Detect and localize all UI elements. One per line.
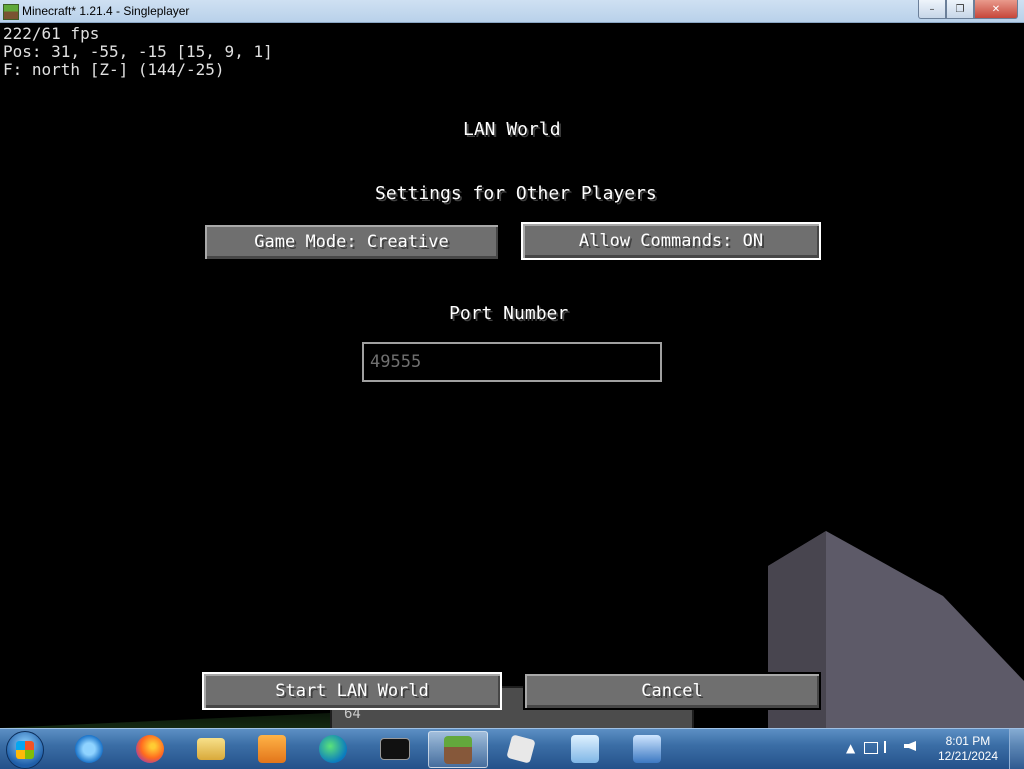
media-player-icon bbox=[258, 734, 286, 763]
minecraft-app-icon bbox=[3, 4, 19, 20]
window-titlebar: Minecraft* 1.21.4 - Singleplayer – ❐ ✕ bbox=[0, 0, 1024, 23]
allow-commands-button[interactable]: Allow Commands: ON bbox=[521, 222, 821, 260]
window-title: Minecraft* 1.21.4 - Singleplayer bbox=[22, 4, 190, 18]
minecraft-icon bbox=[444, 735, 472, 764]
taskbar-media[interactable] bbox=[243, 731, 301, 766]
settings-heading: Settings for Other Players bbox=[375, 183, 657, 204]
game-mode-button[interactable]: Game Mode: Creative bbox=[203, 223, 500, 261]
firefox-icon bbox=[136, 734, 164, 763]
taskbar-cmd[interactable] bbox=[366, 731, 424, 766]
taskbar-edge[interactable] bbox=[304, 731, 362, 766]
debug-fps: 222/61 fps bbox=[3, 24, 100, 43]
command-prompt-icon bbox=[380, 737, 410, 760]
window-controls: – ❐ ✕ bbox=[918, 0, 1018, 19]
action-center-flag-icon[interactable] bbox=[884, 741, 896, 753]
taskbar-firefox[interactable] bbox=[121, 731, 179, 766]
cancel-button[interactable]: Cancel bbox=[523, 672, 821, 710]
taskbar-ie[interactable] bbox=[60, 731, 118, 766]
debug-overlay: 222/61 fps Pos: 31, -55, -15 [15, 9, 1] F:… bbox=[3, 25, 273, 79]
clock-date: 12/21/2024 bbox=[937, 749, 998, 763]
debug-facing: F: north [Z-] (144/-25) bbox=[3, 60, 225, 79]
network-icon[interactable] bbox=[864, 742, 878, 754]
file-explorer-icon bbox=[197, 737, 225, 760]
clock[interactable]: 8:01 PM 12/21/2024 bbox=[938, 734, 998, 764]
taskbar-remote-desktop[interactable] bbox=[618, 731, 676, 766]
minimize-button[interactable]: – bbox=[918, 0, 946, 19]
game-viewport: 222/61 fps Pos: 31, -55, -15 [15, 9, 1] F:… bbox=[0, 23, 1024, 728]
show-desktop-button[interactable] bbox=[1009, 729, 1024, 769]
control-panel-icon bbox=[571, 734, 599, 763]
debug-position: Pos: 31, -55, -15 [15, 9, 1] bbox=[3, 42, 273, 61]
clock-time: 8:01 PM bbox=[945, 734, 991, 748]
port-number-input[interactable]: 49555 bbox=[362, 342, 662, 382]
port-label: Port Number bbox=[449, 303, 569, 324]
system-tray: ▲ 8:01 PM 12/21/2024 bbox=[834, 729, 1024, 769]
edge-icon bbox=[319, 734, 347, 763]
remote-desktop-icon bbox=[633, 734, 661, 763]
start-lan-world-button[interactable]: Start LAN World bbox=[202, 672, 502, 710]
internet-explorer-icon bbox=[75, 734, 103, 763]
taskbar-explorer[interactable] bbox=[182, 731, 240, 766]
start-button[interactable] bbox=[6, 731, 44, 769]
port-number-value: 49555 bbox=[370, 352, 422, 372]
windows-logo-icon bbox=[16, 741, 34, 759]
screen-title: LAN World bbox=[463, 119, 561, 140]
maximize-button[interactable]: ❐ bbox=[946, 0, 974, 19]
roblox-icon bbox=[506, 733, 536, 764]
taskbar-minecraft[interactable] bbox=[428, 731, 488, 768]
terrain-edge bbox=[0, 713, 330, 728]
close-button[interactable]: ✕ bbox=[974, 0, 1018, 19]
taskbar-roblox[interactable] bbox=[492, 731, 550, 766]
taskbar-control-panel[interactable] bbox=[556, 731, 614, 766]
volume-muted-icon[interactable] bbox=[904, 741, 916, 751]
show-hidden-icons-button[interactable]: ▲ bbox=[846, 741, 855, 755]
taskbar: ▲ 8:01 PM 12/21/2024 bbox=[0, 728, 1024, 769]
